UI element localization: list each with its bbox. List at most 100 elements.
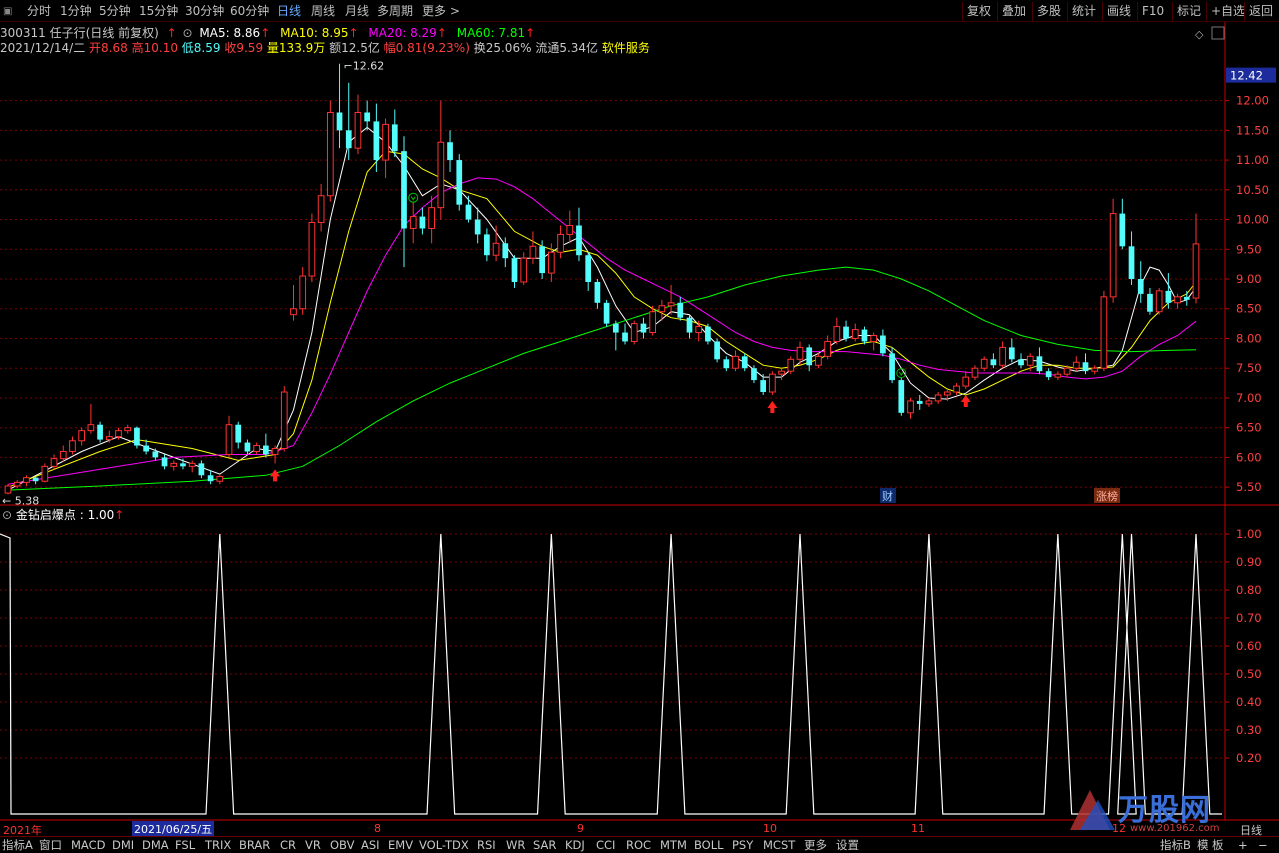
candle-body-up — [695, 326, 703, 334]
y-tick-label: 10.50 — [1236, 183, 1269, 197]
tab-vr[interactable]: VR — [305, 838, 321, 853]
candle-body-down — [1119, 213, 1126, 247]
tab-template-2[interactable]: 板 — [1212, 838, 1224, 853]
candle-body-up — [59, 450, 67, 460]
candle-body-down — [474, 219, 481, 235]
y-tick-label: 6.00 — [1236, 450, 1262, 464]
zoom-out-icon[interactable]: − — [1258, 838, 1268, 853]
candle-body-up — [78, 430, 86, 442]
candle-body-up — [999, 346, 1006, 366]
candle-body-down — [916, 400, 923, 404]
date-axis-month-9: 9 — [577, 822, 584, 835]
buy-signal-arrow — [960, 395, 971, 408]
candle-body-down — [134, 427, 140, 446]
candle-body-up — [787, 358, 795, 372]
candle-body-up — [934, 394, 942, 402]
candle-body-down — [612, 323, 619, 333]
candle-body-down — [576, 225, 582, 256]
tab-dmi[interactable]: DMI — [112, 838, 134, 853]
candle-body-up — [50, 458, 58, 467]
candle-body-up — [317, 195, 325, 224]
candle-body-down — [502, 243, 509, 259]
tab-brar[interactable]: BRAR — [239, 838, 270, 853]
candle-body-down — [640, 323, 647, 333]
candle-body-up — [105, 436, 113, 441]
indicator-y-tick-label: 0.60 — [1236, 639, 1262, 653]
tab-more[interactable]: 更多 — [804, 838, 827, 853]
high-price-label: ⌐12.62 — [344, 60, 385, 73]
y-tick-label: 9.00 — [1236, 272, 1262, 286]
current-price-label: 12.42 — [1230, 69, 1263, 83]
tab-kdj[interactable]: KDJ — [565, 838, 585, 853]
candle-body-up — [953, 385, 960, 393]
candle-body-down — [419, 216, 426, 229]
candle-body-up — [115, 430, 122, 438]
tab-obv[interactable]: OBV — [330, 838, 354, 853]
indicator-y-tick-label: 0.80 — [1236, 583, 1262, 597]
tab-vol-tdx[interactable]: VOL-TDX — [419, 838, 469, 853]
tab-trix[interactable]: TRIX — [205, 838, 231, 853]
tab-roc[interactable]: ROC — [626, 838, 651, 853]
candle-body-down — [705, 326, 711, 342]
candle-body-down — [373, 121, 380, 161]
tab-asi[interactable]: ASI — [361, 838, 380, 853]
candle-body-up — [547, 251, 555, 274]
candle-body-up — [796, 346, 804, 360]
tab-boll[interactable]: BOLL — [694, 838, 724, 853]
tab-rsi[interactable]: RSI — [477, 838, 496, 853]
tab-settings[interactable]: 设置 — [836, 838, 859, 853]
buy-signal-arrow — [767, 400, 778, 413]
candle-body-up — [824, 340, 831, 357]
candle-body-up — [170, 462, 178, 467]
candle-body-down — [235, 424, 242, 443]
tab-mtm[interactable]: MTM — [660, 838, 687, 853]
tab-indicator-a[interactable]: 指标A — [2, 838, 33, 853]
y-tick-label: 11.50 — [1236, 123, 1269, 137]
y-tick-label: 7.50 — [1236, 361, 1262, 375]
candle-body-up — [492, 242, 500, 256]
candle-body-down — [391, 124, 398, 152]
candle-body-down — [751, 368, 757, 381]
candle-body-up — [815, 355, 822, 366]
candle-body-down — [843, 326, 849, 339]
zoom-in-icon[interactable]: + — [1238, 838, 1248, 853]
candle-body-up — [428, 207, 435, 229]
tab-wr[interactable]: WR — [506, 838, 525, 853]
tab-cci[interactable]: CCI — [596, 838, 615, 853]
candle-body-down — [594, 281, 601, 303]
indicator-tabs-bar: 指标A 窗口 MACD DMI DMA FSL TRIX BRAR CR VR … — [0, 836, 1279, 853]
cai-label: 财 — [882, 489, 893, 503]
candle-body-up — [354, 111, 362, 149]
candle-body-up — [1100, 296, 1108, 369]
candle-body-down — [511, 258, 518, 282]
sell-signal-arrow — [410, 196, 416, 201]
candle-body-up — [124, 427, 132, 432]
candle-body-down — [1183, 296, 1190, 300]
y-tick-label: 8.00 — [1236, 331, 1262, 345]
tab-indicator-b[interactable]: 指标B — [1160, 838, 1191, 853]
tab-psy[interactable]: PSY — [732, 838, 753, 853]
tab-emv[interactable]: EMV — [388, 838, 413, 853]
tab-window[interactable]: 窗口 — [39, 838, 62, 853]
tab-dma[interactable]: DMA — [142, 838, 169, 853]
indicator-y-tick-label: 0.50 — [1236, 667, 1262, 681]
tab-macd[interactable]: MACD — [71, 838, 105, 853]
y-tick-label: 6.50 — [1236, 421, 1262, 435]
candle-body-down — [345, 130, 352, 149]
candle-body-up — [308, 222, 316, 277]
tab-fsl[interactable]: FSL — [175, 838, 195, 853]
date-axis-month-8: 8 — [374, 822, 381, 835]
tab-mcst[interactable]: MCST — [763, 838, 795, 853]
tab-template-1[interactable]: 模 — [1197, 838, 1209, 853]
candle-body-down — [622, 332, 628, 342]
indicator-y-tick-label: 0.70 — [1236, 611, 1262, 625]
candle-body-up — [778, 370, 785, 375]
tab-cr[interactable]: CR — [280, 838, 296, 853]
tab-sar[interactable]: SAR — [533, 838, 556, 853]
candle-body-up — [253, 445, 261, 452]
indicator-y-tick-label: 0.20 — [1236, 751, 1262, 765]
candle-body-down — [1045, 371, 1052, 378]
chart-area[interactable]: 5.50 6.00 6.50 7.00 7.50 8.00 8.50 9.00 9.50 10.0… — [0, 0, 1279, 836]
candle-body-up — [409, 216, 417, 229]
candle-body-up — [225, 424, 233, 455]
